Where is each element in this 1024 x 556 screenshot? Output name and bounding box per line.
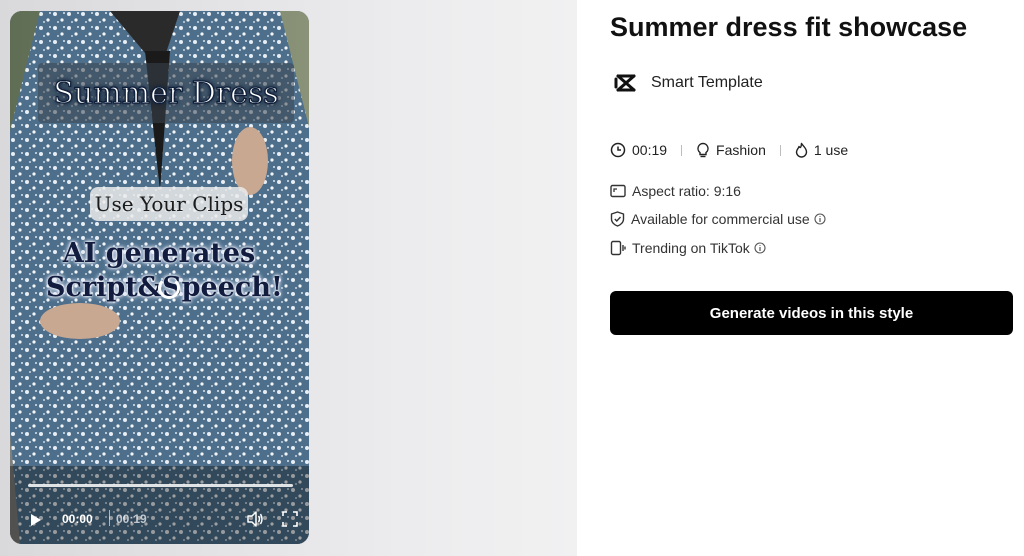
meta-divider — [681, 144, 683, 156]
phone-icon — [610, 240, 626, 256]
flame-icon — [795, 142, 808, 158]
duration-value: 00:19 — [632, 142, 668, 158]
category-value: Fashion — [716, 142, 766, 158]
clock-icon — [610, 142, 626, 158]
page-title: Summer dress fit showcase — [610, 12, 968, 42]
overlay-clips-text: Use Your Clips — [90, 187, 248, 221]
meta-divider — [779, 144, 781, 156]
info-icon[interactable] — [814, 213, 826, 225]
shield-check-icon — [610, 211, 625, 227]
video-controls: 00:00 00:19 — [10, 505, 309, 533]
category-meta[interactable]: Fashion — [696, 142, 766, 158]
volume-icon[interactable] — [246, 511, 264, 527]
fullscreen-icon[interactable] — [282, 511, 298, 527]
template-type-label: Smart Template — [651, 74, 763, 91]
aspect-ratio-row: Aspect ratio: 9:16 — [610, 181, 741, 201]
trending-text: Trending on TikTok — [632, 240, 750, 256]
uses-meta: 1 use — [795, 142, 848, 158]
overlay-title-text: Summer Dress — [38, 63, 294, 123]
total-time: 00:19 — [116, 512, 147, 526]
template-meta: 00:19 Fashion 1 use — [610, 140, 848, 160]
duration-meta: 00:19 — [610, 142, 667, 158]
lightbulb-icon — [697, 142, 709, 158]
overlay-ai-text: AI generates Script&Speech! — [46, 237, 283, 305]
overlay-ai-line1: AI generates — [62, 238, 256, 269]
commercial-text: Available for commercial use — [631, 211, 810, 227]
capcut-logo-icon — [614, 74, 636, 92]
info-icon[interactable] — [754, 242, 766, 254]
current-time: 00:00 — [62, 512, 93, 526]
commercial-row: Available for commercial use — [610, 209, 832, 229]
loading-spinner-icon — [158, 277, 180, 299]
uses-value: 1 use — [813, 142, 849, 158]
trending-row: Trending on TikTok — [610, 238, 772, 258]
video-player[interactable]: Summer Dress Use Your Clips AI generates… — [10, 11, 309, 544]
preview-panel: Summer Dress Use Your Clips AI generates… — [0, 0, 577, 556]
play-icon[interactable] — [30, 513, 42, 527]
time-divider — [109, 510, 110, 526]
template-details: Summer dress fit showcase Smart Template… — [577, 0, 1024, 556]
video-progress-bar[interactable] — [28, 484, 293, 487]
aspect-ratio-text: Aspect ratio: 9:16 — [632, 183, 741, 199]
generate-videos-button[interactable]: Generate videos in this style — [610, 291, 1013, 335]
template-type: Smart Template — [613, 70, 763, 96]
aspect-ratio-icon — [610, 184, 626, 198]
